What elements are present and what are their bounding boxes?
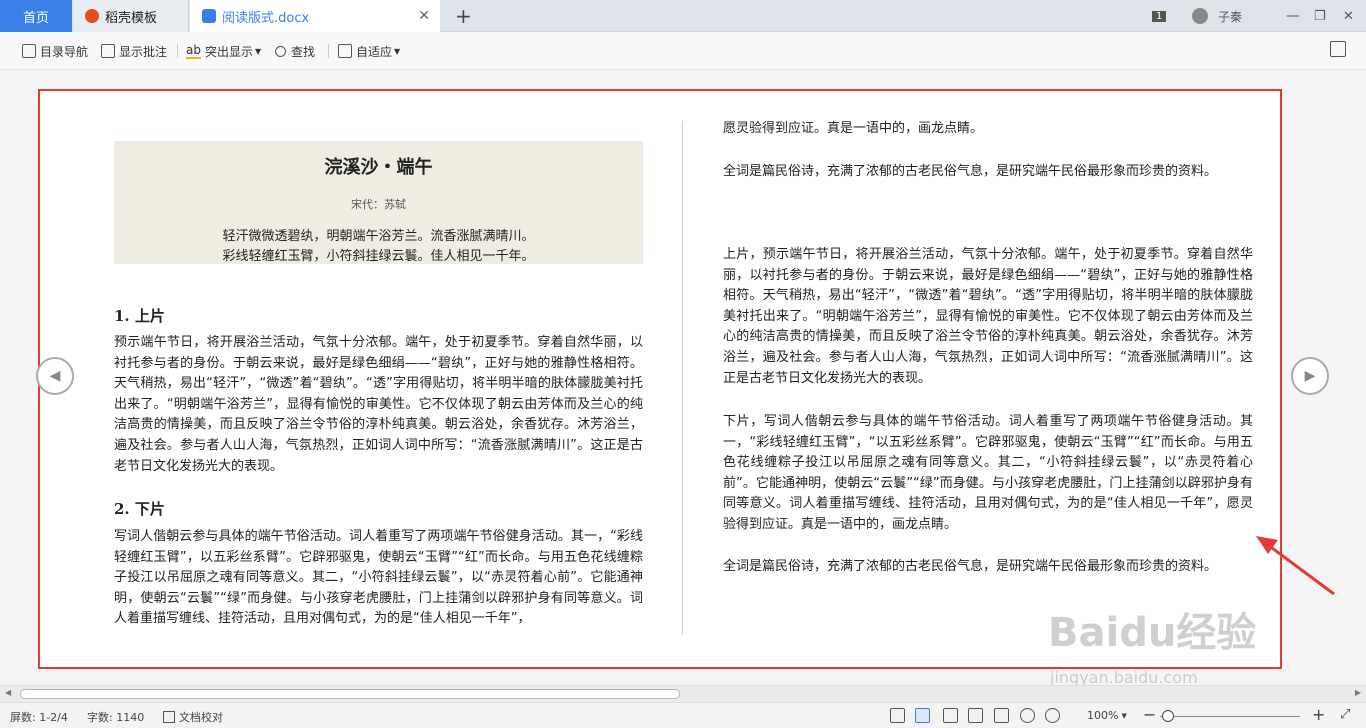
section-heading: 1. 上片 [114, 307, 165, 325]
find-label: 查找 [291, 44, 316, 59]
paragraph: 预示端午节日，将开展浴兰活动，气氛十分浓郁。端午，处于初夏季节。穿着自然华丽，以… [114, 335, 643, 474]
tab-bar: 首页 稻壳模板 阅读版式.docx ✕ + 1 子秦 — ❐ ✕ [0, 0, 1366, 32]
tab-document[interactable]: 阅读版式.docx ✕ [190, 0, 440, 32]
scroll-right-icon[interactable]: ▶ [1355, 688, 1361, 697]
poem-box: 浣溪沙・端午 宋代：苏轼 轻汗微微透碧纨，明朝端午浴芳兰。流香涨腻满晴川。 彩线… [114, 141, 643, 264]
page-divider [682, 121, 683, 635]
zoom-value: 100% [1087, 709, 1119, 722]
arrow-right-icon: ▶ [1304, 368, 1316, 384]
screen-count: 屏数: 1-2/4 [10, 711, 68, 724]
window-count-label: 1 [1152, 10, 1167, 22]
poem-line: 轻汗微微透碧纨，明朝端午浴芳兰。流香涨腻满晴川。 [222, 229, 535, 244]
new-tab-button[interactable]: + [455, 4, 472, 28]
chevron-down-icon: ▼ [255, 46, 262, 56]
zoom-level[interactable]: 100% ▼ [1087, 709, 1127, 722]
paragraph: 下片，写词人偕朝云参与具体的端午节俗活动。词人着重写了两项端午节俗健身活动。其一… [723, 414, 1253, 532]
zoom-slider-handle[interactable] [1162, 710, 1174, 722]
comments-label: 显示批注 [119, 44, 168, 59]
edit-mode-icon[interactable] [943, 708, 958, 723]
poem-line: 彩线轻缠红玉臂，小符斜挂绿云鬟。佳人相见一千年。 [222, 249, 535, 264]
proofread-button[interactable]: 文档校对 [163, 709, 223, 725]
chevron-down-icon: ▼ [394, 46, 401, 56]
page-view-icon[interactable] [968, 708, 983, 723]
tab-document-label: 阅读版式.docx [222, 10, 310, 26]
arrow-left-icon: ◀ [49, 368, 61, 384]
highlight-icon: ab [186, 43, 201, 59]
zoom-out-button[interactable]: − [1143, 705, 1156, 724]
fit-button[interactable]: 自适应 ▼ [338, 42, 400, 60]
highlight-button[interactable]: ab 突出显示 ▼ [186, 42, 261, 60]
toolbar-divider [328, 44, 329, 58]
paragraph: 全词是篇民俗诗，充满了浓郁的古老民俗气息，是研究端午民俗最形象而珍贵的资料。 [723, 559, 1218, 574]
avatar [1192, 8, 1208, 24]
outline-view-icon[interactable] [994, 708, 1009, 723]
outline-icon [22, 44, 36, 58]
minimize-button[interactable]: — [1286, 0, 1300, 32]
window-count-badge[interactable]: 1 [1152, 0, 1167, 32]
proofread-icon [163, 711, 175, 723]
word-count: 字数: 1140 [87, 711, 145, 724]
expand-icon[interactable]: ⤢ [1340, 707, 1350, 722]
exit-reading-icon[interactable] [1330, 41, 1346, 57]
scroll-left-icon[interactable]: ◀ [5, 688, 11, 697]
nav-label: 目录导航 [40, 44, 89, 59]
user-account[interactable]: 子秦 [1192, 0, 1242, 32]
baidu-watermark: Baidu经验 [1048, 610, 1257, 656]
page-fit-icon [338, 44, 352, 58]
tab-home[interactable]: 首页 [0, 0, 72, 32]
find-button[interactable]: 查找 [275, 42, 315, 60]
restore-button[interactable]: ❐ [1314, 0, 1326, 32]
horizontal-scrollbar[interactable]: ◀ ▶ [0, 685, 1366, 702]
poem-author: 宋代：苏轼 [351, 198, 406, 211]
annotation-arrow-icon [1256, 536, 1335, 596]
tab-home-label: 首页 [22, 10, 49, 26]
web-view-icon[interactable] [1020, 708, 1035, 723]
nav-button[interactable]: 目录导航 [22, 42, 88, 60]
daoke-logo-icon [85, 9, 99, 23]
reading-toolbar: 目录导航 显示批注 ab 突出显示 ▼ 查找 自适应 ▼ [0, 32, 1366, 70]
next-page-button[interactable]: ▶ [1291, 357, 1329, 395]
scroll-thumb[interactable] [20, 689, 680, 699]
reading-layout-icon[interactable] [915, 708, 930, 723]
eye-protection-icon[interactable] [1045, 708, 1060, 723]
show-comments-button[interactable]: 显示批注 [101, 42, 167, 60]
proofread-label: 文档校对 [179, 711, 223, 724]
paragraph: 上片，预示端午节日，将开展浴兰活动，气氛十分浓郁。端午，处于初夏季节。穿着自然华… [723, 247, 1253, 386]
section-heading: 2. 下片 [114, 500, 165, 518]
chevron-down-icon: ▼ [1121, 711, 1127, 720]
toolbar-divider [177, 44, 178, 58]
close-window-button[interactable]: ✕ [1343, 0, 1354, 32]
paragraph: 写词人偕朝云参与具体的端午节俗活动。词人着重写了两项端午节俗健身活动。其一，“彩… [114, 529, 643, 627]
fit-label: 自适应 [356, 44, 393, 59]
paragraph: 全词是篇民俗诗，充满了浓郁的古老民俗气息，是研究端午民俗最形象而珍贵的资料。 [723, 164, 1218, 179]
tab-daoke-label: 稻壳模板 [105, 10, 158, 26]
user-name: 子秦 [1218, 9, 1243, 24]
zoom-in-button[interactable]: + [1312, 705, 1325, 724]
status-bar: 屏数: 1-2/4 字数: 1140 文档校对 100% ▼ − + ⤢ [0, 702, 1366, 728]
prev-page-button[interactable]: ◀ [36, 357, 74, 395]
comment-icon [101, 44, 115, 58]
close-tab-icon[interactable]: ✕ [418, 9, 430, 23]
highlight-label: 突出显示 [204, 44, 253, 59]
fullscreen-icon[interactable] [890, 708, 905, 723]
tab-daoke-templates[interactable]: 稻壳模板 [73, 0, 189, 32]
search-icon [275, 45, 286, 57]
paragraph: 愿灵验得到应证。真是一语中的，画龙点睛。 [723, 121, 984, 136]
zoom-slider[interactable] [1160, 716, 1300, 717]
word-doc-icon [202, 9, 216, 23]
poem-title: 浣溪沙・端午 [324, 157, 433, 178]
